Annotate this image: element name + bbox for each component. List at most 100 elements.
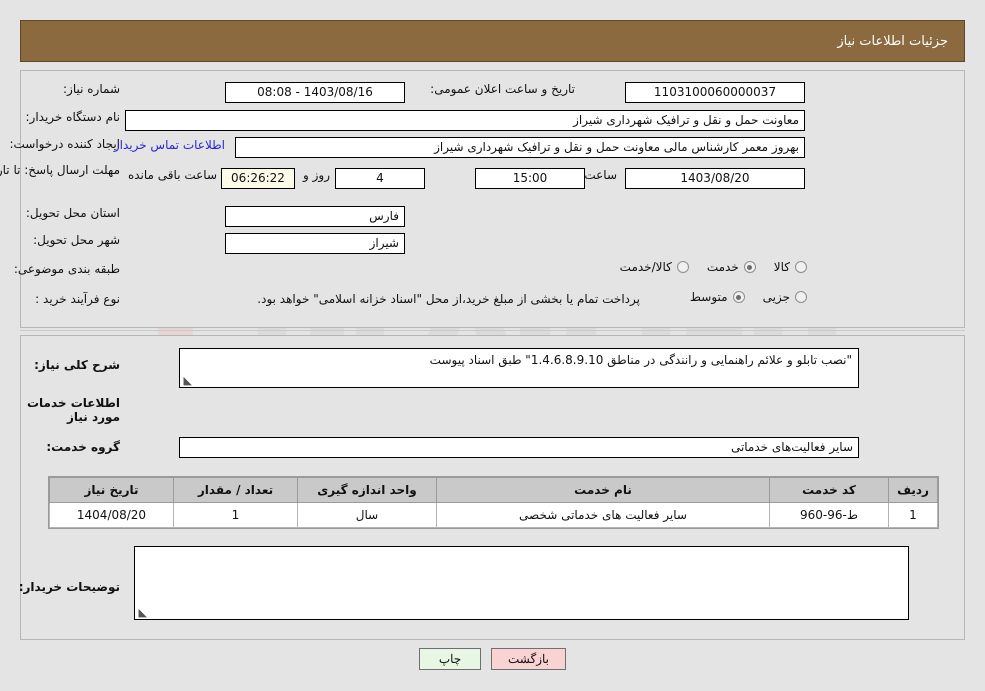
buyer-notes-textarea[interactable]: ◣	[134, 546, 909, 620]
service-group-label: گروه خدمت:	[46, 440, 120, 454]
resize-grip-icon-notes[interactable]: ◣	[137, 607, 147, 618]
days-word-row: روز و	[303, 168, 330, 182]
process-label-row: نوع فرآیند خرید :	[35, 292, 120, 306]
buyer-notes-label: توضیحات خریدار:	[18, 580, 120, 594]
radio-icon-kala[interactable]	[795, 261, 807, 273]
radio-icon-khedmat[interactable]	[743, 261, 756, 273]
remaining-timer-value: 06:26:22	[221, 168, 295, 189]
requester-label-row: ایجاد کننده درخواست:	[9, 137, 120, 151]
buyer-org-label: نام دستگاه خریدار:	[25, 110, 121, 124]
buyer-org-value: معاونت حمل و نقل و ترافیک شهرداری شیراز	[125, 110, 805, 131]
table-header-row: ردیف کد خدمت نام خدمت واحد اندازه گیری ت…	[49, 477, 938, 503]
cell-need-date: 1404/08/20	[49, 502, 174, 528]
requester-value: بهروز معمر کارشناس مالی معاونت حمل و نقل…	[235, 137, 805, 158]
col-unit: واحد اندازه گیری	[297, 477, 437, 503]
category-radio-item-1[interactable]: خدمت	[707, 260, 756, 274]
category-label-row: طبقه بندی موضوعی:	[14, 262, 120, 276]
category-radio-item-2[interactable]: کالا/خدمت	[620, 260, 689, 274]
back-button[interactable]: بازگشت	[491, 648, 566, 670]
deadline-time-value: 15:00	[475, 168, 585, 189]
process-option-label-0: جزیی	[762, 290, 790, 304]
print-button[interactable]: چاپ	[419, 648, 481, 670]
announce-datetime-label: تاریخ و ساعت اعلان عمومی:	[430, 82, 575, 96]
services-table: ردیف کد خدمت نام خدمت واحد اندازه گیری ت…	[49, 477, 938, 528]
hour-label: ساعت	[584, 168, 617, 182]
action-button-bar: بازگشت چاپ	[0, 648, 985, 670]
cell-service-code: ط-96-960	[769, 502, 889, 528]
province-field-row: فارس	[225, 206, 405, 227]
city-field-row: شیراز	[225, 233, 405, 254]
remaining-timer-field: 06:26:22	[221, 168, 295, 189]
deadline-time-field: 15:00	[475, 168, 585, 189]
province-label-row: استان محل تحویل:	[26, 206, 120, 220]
cell-unit: سال	[297, 502, 437, 528]
description-label: شرح کلی نیاز:	[34, 358, 120, 372]
province-value: فارس	[225, 206, 405, 227]
col-service-name: نام خدمت	[436, 477, 770, 503]
category-radio-group[interactable]: کالا خدمت کالا/خدمت	[167, 260, 807, 274]
page-title: جزئیات اطلاعات نیاز	[837, 33, 948, 49]
process-option-label-1: متوسط	[689, 290, 728, 304]
cell-quantity: 1	[173, 502, 298, 528]
col-row-no: ردیف	[888, 477, 938, 503]
cell-service-name: سایر فعالیت های خدماتی شخصی	[436, 502, 770, 528]
description-textarea[interactable]: "نصب تابلو و علائم راهنمایی و رانندگی در…	[179, 348, 859, 388]
page-root: جزئیات اطلاعات نیاز شماره نیاز: 11031000…	[0, 0, 985, 691]
treasury-note-row: پرداخت تمام یا بخشی از مبلغ خرید،از محل …	[257, 292, 640, 306]
panel-divider	[20, 330, 965, 331]
category-radio-item-0[interactable]: کالا	[774, 260, 807, 274]
province-label: استان محل تحویل:	[25, 206, 120, 220]
buyer-contact-link-row[interactable]: اطلاعات تماس خریدار	[114, 138, 225, 152]
process-radio-item-0[interactable]: جزیی	[763, 290, 807, 304]
need-number-value: 1103100060000037	[625, 82, 805, 103]
deadline-date-field: 1403/08/20	[625, 168, 805, 189]
col-need-date: تاریخ نیاز	[49, 477, 174, 503]
announce-datetime-value: 1403/08/16 - 08:08	[225, 82, 405, 103]
buyer-notes-label-row: توضیحات خریدار:	[19, 580, 120, 594]
category-label: طبقه بندی موضوعی:	[13, 262, 120, 276]
category-option-label-0: کالا	[773, 260, 790, 274]
city-label-row: شهر محل تحویل:	[33, 233, 120, 247]
table-row: 1 ط-96-960 سایر فعالیت های خدماتی شخصی س…	[49, 502, 938, 528]
buyer-contact-link[interactable]: اطلاعات تماس خریدار	[114, 138, 225, 152]
need-number-field-row: 1103100060000037	[625, 82, 805, 103]
description-value: "نصب تابلو و علائم راهنمایی و رانندگی در…	[429, 353, 852, 367]
city-value: شیراز	[225, 233, 405, 254]
requester-field-row: بهروز معمر کارشناس مالی معاونت حمل و نقل…	[235, 137, 805, 158]
hour-label-row: ساعت	[584, 168, 617, 182]
page-header-bar: جزئیات اطلاعات نیاز	[20, 20, 965, 62]
days-remaining-value: 4	[335, 168, 425, 189]
service-group-value: سایر فعالیت‌های خدماتی	[179, 437, 859, 458]
radio-icon-motavasset[interactable]	[732, 291, 745, 303]
requester-label: ایجاد کننده درخواست:	[9, 137, 120, 151]
radio-icon-jozii[interactable]	[795, 291, 807, 303]
radio-icon-kala-khedmat[interactable]	[676, 261, 689, 273]
service-group-field-row: سایر فعالیت‌های خدماتی	[179, 437, 859, 458]
buyer-org-label-row: نام دستگاه خریدار:	[26, 110, 121, 124]
treasury-note-text: پرداخت تمام یا بخشی از مبلغ خرید،از محل …	[257, 292, 640, 306]
buyer-org-field-row: معاونت حمل و نقل و ترافیک شهرداری شیراز	[125, 110, 805, 131]
deadline-label: مهلت ارسال پاسخ: تا تاریخ:	[0, 163, 120, 177]
services-table-wrap: ردیف کد خدمت نام خدمت واحد اندازه گیری ت…	[48, 476, 939, 529]
resize-grip-icon[interactable]: ◣	[182, 375, 192, 386]
need-number-label: شماره نیاز:	[63, 82, 120, 96]
announce-datetime-field-row: 1403/08/16 - 08:08	[225, 82, 405, 103]
col-quantity: تعداد / مقدار	[173, 477, 298, 503]
service-group-label-row: گروه خدمت:	[46, 440, 120, 454]
remaining-hours-label: ساعت باقی مانده	[127, 168, 217, 182]
days-word-label: روز و	[303, 168, 330, 182]
services-heading: اطلاعات خدمات مورد نیاز	[26, 396, 120, 424]
announce-datetime-label-row: تاریخ و ساعت اعلان عمومی:	[430, 82, 575, 96]
col-service-code: کد خدمت	[769, 477, 889, 503]
category-option-label-2: کالا/خدمت	[619, 260, 672, 274]
deadline-date-value: 1403/08/20	[625, 168, 805, 189]
cell-row-no: 1	[888, 502, 938, 528]
category-option-label-1: خدمت	[706, 260, 739, 274]
days-remaining-field: 4	[335, 168, 425, 189]
process-radio-item-1[interactable]: متوسط	[690, 290, 745, 304]
deadline-label-row: مهلت ارسال پاسخ: تا تاریخ:	[0, 163, 120, 178]
process-label: نوع فرآیند خرید :	[35, 292, 120, 306]
description-label-row: شرح کلی نیاز:	[34, 358, 120, 372]
remaining-label-row: ساعت باقی مانده	[128, 168, 217, 182]
city-label: شهر محل تحویل:	[33, 233, 120, 247]
